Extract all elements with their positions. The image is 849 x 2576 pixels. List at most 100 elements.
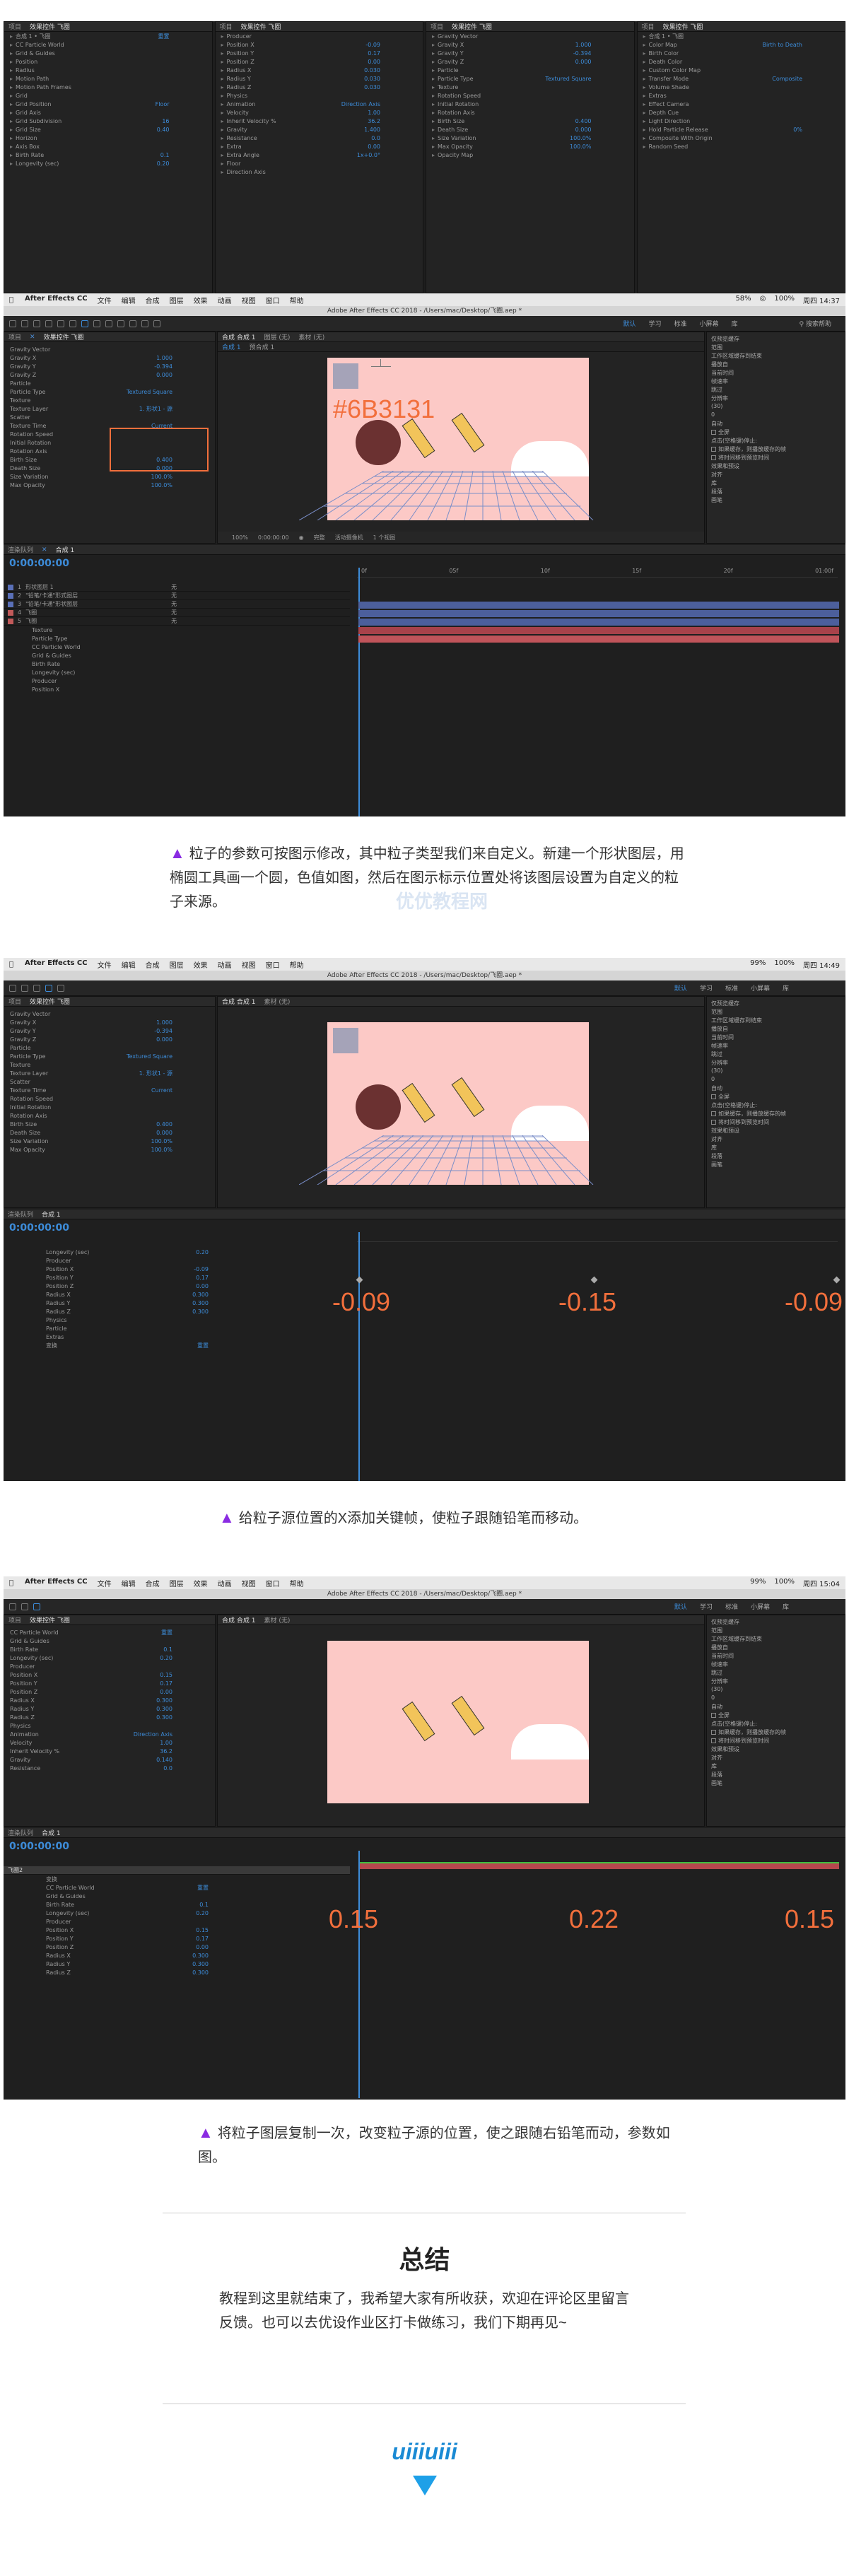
arrow-icon[interactable]: ▸ — [432, 67, 435, 74]
effect-row[interactable]: ▸ Longevity (sec) 0.20 — [4, 159, 212, 168]
effect-row[interactable]: Particle Type Textured Square — [4, 387, 215, 396]
effect-row[interactable]: ▸ Depth Cue — [638, 108, 845, 117]
workspace-standard[interactable]: 标准 — [674, 319, 686, 328]
preview-option[interactable]: 分辨率 — [707, 394, 845, 403]
effect-value[interactable]: 重置 — [158, 33, 170, 40]
preview-option[interactable]: 如果缓存，则播放缓存的帧 — [707, 1110, 845, 1118]
arrow-icon[interactable]: ▸ — [10, 160, 13, 167]
arrow-icon[interactable]: ▸ — [221, 42, 224, 48]
effect-value[interactable]: Direction Axis — [341, 101, 380, 107]
preview-option[interactable]: 点击(空格键)停止: — [707, 437, 845, 445]
workspace-learn[interactable]: 学习 — [648, 319, 661, 328]
effect-row[interactable]: ▸ Texture — [426, 83, 634, 91]
arrow-icon[interactable]: ▸ — [10, 76, 13, 82]
keyframe-marker-3[interactable] — [833, 1276, 841, 1284]
arrow-icon[interactable]: ▸ — [432, 76, 435, 82]
tab-footage[interactable]: 素材 (无) — [298, 332, 324, 341]
checkbox-icon[interactable] — [711, 1094, 716, 1099]
effect-row[interactable]: Max Opacity 100.0% — [4, 1145, 215, 1154]
menu-item[interactable]: 视图 — [242, 295, 256, 305]
preview-option[interactable]: 自动 — [707, 1703, 845, 1711]
effect-row[interactable]: Texture Layer 1. 形状1 - 源 — [4, 1069, 215, 1077]
effect-row[interactable]: ▸ Volume Shade — [638, 83, 845, 91]
effect-row[interactable]: ▸ Birth Rate 0.1 — [4, 151, 212, 159]
menu-item[interactable]: 效果 — [194, 1578, 208, 1588]
comp-canvas[interactable] — [299, 1022, 594, 1185]
effect-row[interactable]: Producer — [4, 1662, 215, 1670]
effect-row[interactable]: ▸ Size Variation 100.0% — [426, 134, 634, 142]
apple-icon[interactable]:  — [9, 1579, 13, 1587]
effect-value[interactable]: 0.20 — [160, 1655, 172, 1661]
workspace-small[interactable]: 小屏幕 — [751, 983, 770, 993]
comp-canvas[interactable] — [327, 1641, 589, 1803]
tab-layer[interactable]: 图层 (无) — [264, 332, 290, 341]
preview-option[interactable]: 对齐 — [707, 1135, 845, 1144]
tab-project[interactable]: 项目 — [8, 1615, 21, 1624]
effect-value[interactable]: 0.300 — [156, 1697, 172, 1704]
select-tool-icon[interactable] — [9, 1603, 16, 1610]
property-value[interactable]: 0.00 — [196, 1283, 209, 1289]
effect-row[interactable]: Birth Rate 0.1 — [4, 1645, 215, 1653]
effect-row[interactable]: Physics — [4, 1721, 215, 1730]
effect-row[interactable]: Death Size 0.000 — [4, 1128, 215, 1137]
layer-mode[interactable]: 无 — [171, 600, 177, 608]
menu-item[interactable]: 合成 — [146, 295, 160, 305]
effect-row[interactable]: Texture Time Current — [4, 1086, 215, 1094]
effect-row[interactable]: ▸ Hold Particle Release 0% — [638, 125, 845, 134]
preview-option[interactable]: 画笔 — [707, 496, 845, 505]
tab-composition[interactable]: 合成 合成 1 — [222, 1615, 255, 1624]
property-row[interactable]: Producer — [4, 677, 350, 685]
effect-value[interactable]: 0.300 — [156, 1706, 172, 1712]
zoom-tool-icon[interactable] — [33, 320, 40, 327]
preview-option[interactable]: 帧速率 — [707, 1661, 845, 1669]
pen-tool-icon[interactable] — [93, 320, 100, 327]
arrow-icon[interactable]: ▸ — [643, 144, 646, 150]
arrow-icon[interactable]: ▸ — [643, 127, 646, 133]
effect-row[interactable]: Gravity Z 0.000 — [4, 1035, 215, 1043]
effect-row[interactable]: ▸ Birth Color — [638, 49, 845, 57]
property-value[interactable]: 0.300 — [192, 1961, 209, 1967]
effect-row[interactable]: ▸ Position Z 0.00 — [216, 57, 423, 66]
menu-item[interactable]: 窗口 — [266, 295, 280, 305]
arrow-icon[interactable]: ▸ — [221, 152, 224, 158]
effect-row[interactable]: ▸ Particle — [426, 66, 634, 74]
effect-row[interactable]: ▸ Direction Axis — [216, 168, 423, 176]
effect-value[interactable]: 1.000 — [156, 1019, 172, 1026]
effect-row[interactable]: Particle — [4, 1043, 215, 1052]
effect-row[interactable]: Size Variation 100.0% — [4, 472, 215, 481]
effect-row[interactable]: ▸ Floor — [216, 159, 423, 168]
rotate-tool-icon[interactable] — [45, 320, 52, 327]
camera-select[interactable]: 活动摄像机 — [335, 534, 363, 541]
effect-row[interactable]: Position X 0.15 — [4, 1670, 215, 1679]
arrow-icon[interactable]: ▸ — [221, 76, 224, 82]
effect-value[interactable]: 0.17 — [368, 50, 380, 57]
preview-option[interactable]: 库 — [707, 1762, 845, 1771]
preview-option[interactable]: 工作区域缓存到结束 — [707, 1017, 845, 1025]
menu-item[interactable]: After Effects CC — [25, 295, 88, 305]
arrow-icon[interactable]: ▸ — [221, 144, 224, 150]
arrow-icon[interactable]: ▸ — [643, 50, 646, 57]
effect-row[interactable]: ▸ Extra Angle 1x+0.0° — [216, 151, 423, 159]
menu-item[interactable]: 视图 — [242, 1578, 256, 1588]
effect-value[interactable]: Floor — [156, 101, 170, 107]
tab-render-queue[interactable]: 渲染队列 — [8, 1210, 33, 1219]
effect-row[interactable]: Radius Z 0.300 — [4, 1713, 215, 1721]
property-row[interactable]: 变换 重置 — [4, 1341, 350, 1350]
hand-tool-icon[interactable] — [21, 1603, 28, 1610]
effect-row[interactable]: ▸ Grid Size 0.40 — [4, 125, 212, 134]
menu-item[interactable]: 图层 — [170, 1578, 184, 1588]
views-select[interactable]: 1 个视图 — [373, 534, 396, 541]
effect-value[interactable]: 16 — [162, 118, 169, 124]
arrow-icon[interactable]: ▸ — [432, 59, 435, 65]
layer-row[interactable]: 4 飞圈 无 — [4, 609, 350, 617]
preview-option[interactable]: 库 — [707, 1144, 845, 1152]
checkbox-icon[interactable] — [711, 1738, 716, 1743]
keyframe-marker-1[interactable] — [356, 1276, 363, 1284]
layer-mode[interactable]: 无 — [171, 592, 177, 599]
effect-row[interactable]: Birth Size 0.400 — [4, 1120, 215, 1128]
effect-value[interactable]: 0.17 — [160, 1680, 172, 1687]
preview-option[interactable]: (30) — [707, 1686, 845, 1694]
effect-row[interactable]: ▸ Inherit Velocity % 36.2 — [216, 117, 423, 125]
checkbox-icon[interactable] — [711, 1730, 716, 1735]
effect-value[interactable]: Textured Square — [545, 76, 591, 82]
